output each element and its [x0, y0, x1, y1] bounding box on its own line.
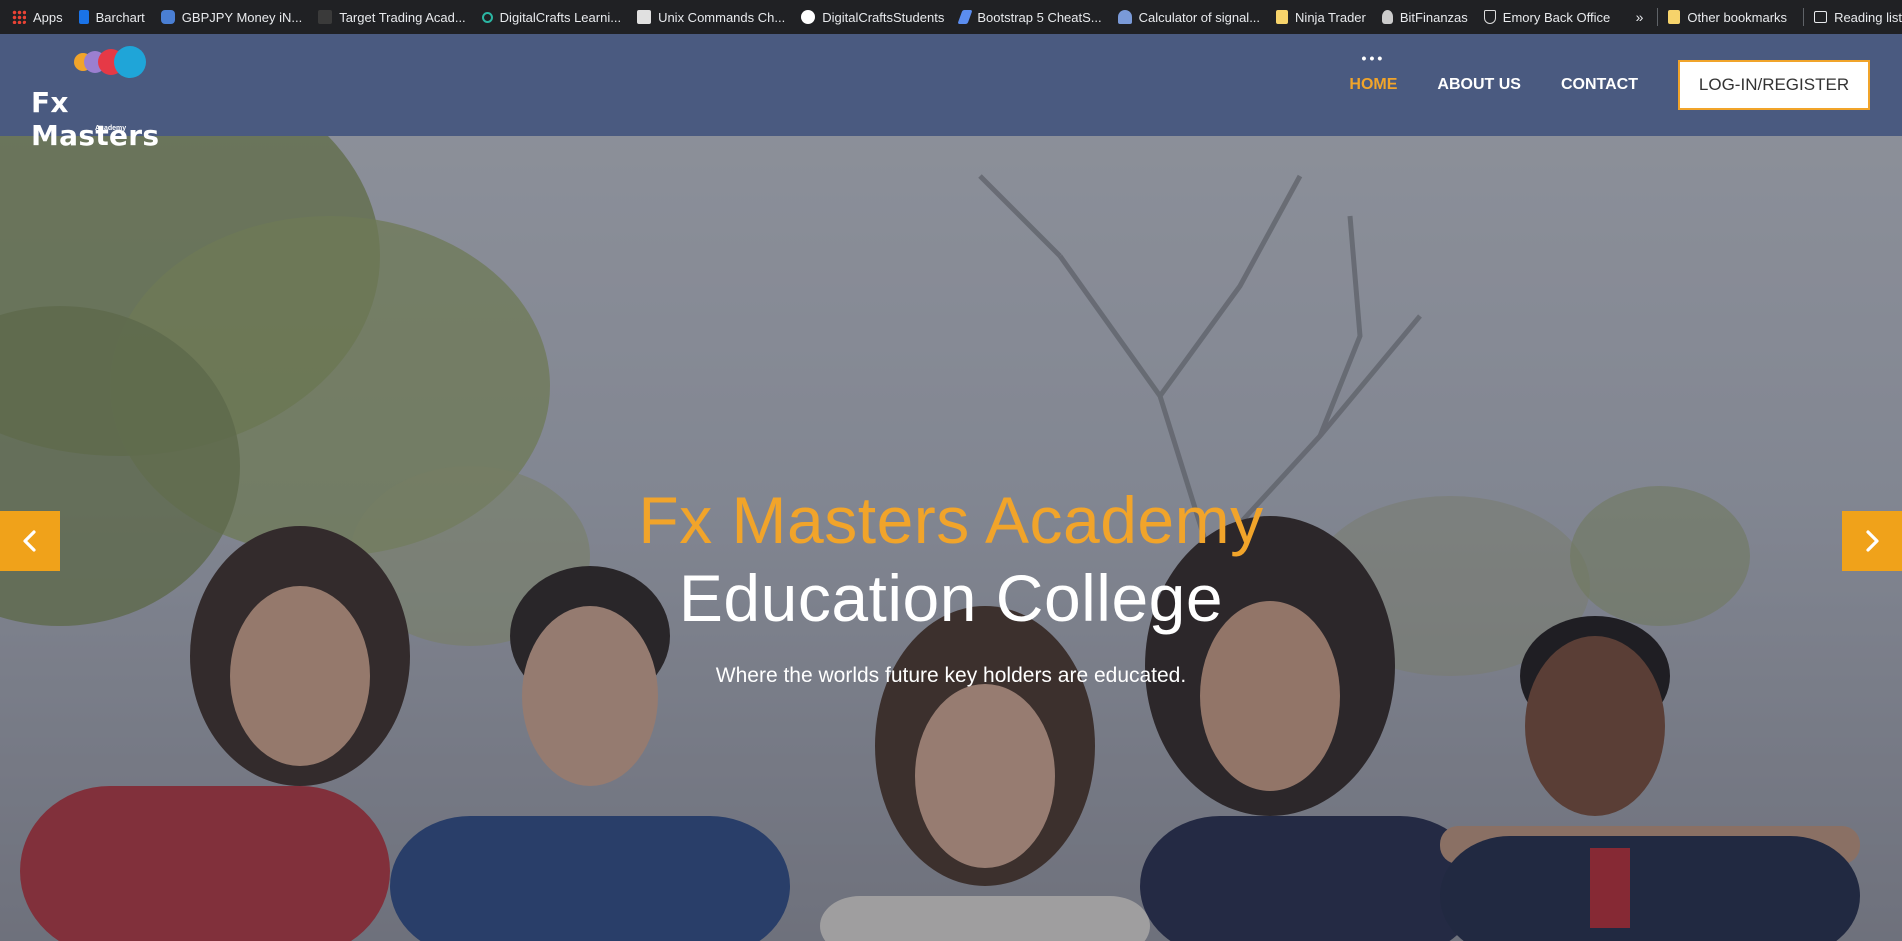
- reading-list-icon: [1814, 11, 1828, 23]
- bookmark-emory[interactable]: Emory Back Office: [1483, 10, 1610, 25]
- active-indicator-icon: •••: [1361, 50, 1386, 66]
- bookmark-barchart[interactable]: Barchart: [78, 10, 145, 25]
- graduation-cap-icon: [1117, 10, 1132, 24]
- money-icon: [160, 10, 175, 24]
- bookmark-other[interactable]: Other bookmarks: [1668, 10, 1787, 25]
- divider: [1657, 8, 1659, 26]
- bookmark-gbpjpy[interactable]: GBPJPY Money iN...: [160, 10, 302, 25]
- hero-tagline: Where the worlds future key holders are …: [715, 664, 1187, 687]
- bookmark-apps[interactable]: Apps: [12, 10, 63, 25]
- bookmark-ninja-trader[interactable]: Ninja Trader: [1276, 10, 1366, 25]
- carousel-next-button[interactable]: [1842, 511, 1902, 571]
- divider: [1803, 8, 1805, 26]
- chevron-right-icon: [1866, 530, 1879, 552]
- bookmark-unix-commands[interactable]: Unix Commands Ch...: [637, 10, 785, 25]
- chevron-left-icon: [23, 530, 36, 552]
- folder-icon: [1668, 10, 1681, 24]
- bookmark-target-trading[interactable]: Target Trading Acad...: [318, 10, 466, 25]
- logo-dot-blue: [114, 46, 146, 78]
- nav-home[interactable]: ••• HOME: [1349, 50, 1397, 94]
- carousel-prev-button[interactable]: [0, 511, 60, 571]
- logo-title: Fx Masters: [31, 86, 160, 152]
- bookmarks-bar: Apps Barchart GBPJPY Money iN... Target …: [0, 0, 1902, 34]
- document-icon: [637, 10, 652, 24]
- barchart-icon: [78, 10, 89, 24]
- chevron-double-right-icon[interactable]: »: [1636, 9, 1644, 25]
- person-icon: [1381, 10, 1393, 24]
- target-icon: [318, 10, 333, 24]
- nav-about-us[interactable]: ABOUT US: [1437, 76, 1521, 94]
- hero-subtitle: Education College: [678, 561, 1224, 635]
- bootstrap-icon: [957, 10, 973, 24]
- bookmark-calculator[interactable]: Calculator of signal...: [1117, 10, 1260, 25]
- link-icon: [481, 11, 493, 23]
- bookmark-digitalcrafts-learning[interactable]: DigitalCrafts Learni...: [481, 10, 621, 25]
- github-icon: [801, 10, 816, 24]
- hero-title: Fx Masters Academy: [638, 483, 1264, 557]
- logo-subtitle: Academy: [95, 125, 127, 132]
- folder-icon: [1276, 10, 1289, 24]
- nav-contact[interactable]: CONTACT: [1561, 76, 1638, 94]
- hero-carousel: Fx Masters Academy Education College Whe…: [0, 136, 1902, 941]
- shield-icon: [1483, 10, 1496, 24]
- apps-grid-icon: [12, 10, 26, 24]
- login-register-button[interactable]: LOG-IN/REGISTER: [1678, 60, 1870, 110]
- bookmarks-overflow-area: » Other bookmarks Reading list: [1627, 0, 1902, 34]
- site-navbar: Fx Masters Academy ••• HOME ABOUT US CON…: [0, 34, 1902, 152]
- bookmark-bootstrap[interactable]: Bootstrap 5 CheatS...: [957, 10, 1102, 25]
- nav-links: ••• HOME ABOUT US CONTACT LOG-IN/REGISTE…: [1349, 34, 1870, 136]
- bookmark-reading-list[interactable]: Reading list: [1814, 10, 1902, 25]
- bookmark-bitfinanzas[interactable]: BitFinanzas: [1381, 10, 1468, 25]
- bookmark-digitalcrafts-students[interactable]: DigitalCraftsStudents: [801, 10, 944, 25]
- site-logo[interactable]: Fx Masters Academy: [31, 42, 201, 152]
